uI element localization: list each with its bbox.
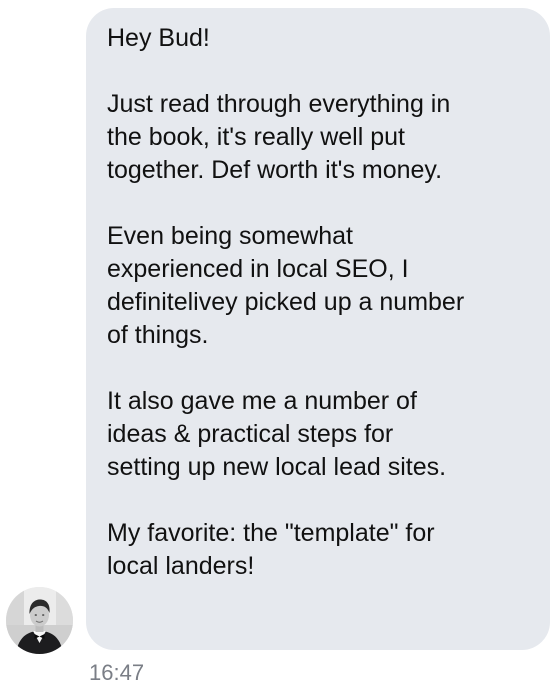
message-bubble[interactable]: Hey Bud! Just read through everything in…: [86, 8, 550, 650]
message-paragraph: It also gave me a number of ideas & prac…: [107, 387, 447, 481]
message-paragraph: Just read through everything in the book…: [107, 90, 451, 184]
user-avatar-photo-icon: [6, 587, 73, 654]
avatar[interactable]: [6, 587, 73, 654]
message-paragraph: Even being somewhat experienced in local…: [107, 222, 465, 349]
message-timestamp: 16:47: [89, 660, 145, 685]
message-paragraph: My favorite: the "template" for local la…: [107, 519, 435, 580]
message-paragraph: Hey Bud!: [107, 24, 210, 52]
